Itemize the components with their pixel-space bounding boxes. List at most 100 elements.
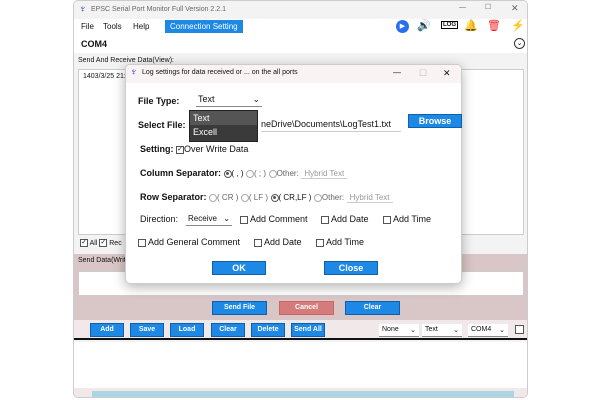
minimize-button[interactable]: —	[459, 4, 466, 11]
row-crlf-radio[interactable]	[270, 193, 279, 202]
dialog-maximize-button: ☐	[419, 68, 428, 78]
connection-setting-button[interactable]: Connection Setting	[165, 20, 243, 33]
log-settings-dialog: ♆ Log settings for data received or ... …	[125, 64, 462, 284]
app-icon: ♆	[79, 4, 87, 15]
close-button[interactable]: ✕	[511, 3, 519, 14]
col-semicolon-label: ( ; )	[254, 169, 267, 178]
menu-bar: File Tools Help Connection Setting ▶ 🔊 L…	[74, 19, 527, 36]
row-separator-label: Row Separator:	[140, 192, 207, 202]
add-general-comment-checkbox[interactable]	[138, 238, 146, 247]
col-comma-radio[interactable]	[223, 169, 232, 178]
direction-value: Receive	[188, 214, 217, 223]
option-excell[interactable]: Excell	[190, 125, 257, 139]
save-button[interactable]: Save	[130, 323, 164, 337]
option-text[interactable]: Text	[190, 111, 257, 125]
delete-button[interactable]: Delete	[251, 323, 285, 337]
all-label: All	[89, 239, 98, 247]
rec-label: Rec	[109, 239, 122, 247]
menu-file[interactable]: File	[81, 22, 94, 31]
row-other-radio[interactable]	[313, 193, 322, 202]
add-time-label: Add Time	[393, 214, 432, 224]
add-time2-checkbox[interactable]	[316, 238, 324, 247]
direction-select[interactable]: Receive ⌄	[186, 212, 232, 226]
setting-label: Setting:	[140, 144, 174, 154]
file-type-value: Text	[198, 94, 215, 104]
browse-button[interactable]: Browse	[408, 114, 462, 128]
port-select-value: COM4	[471, 326, 492, 333]
row-cr-radio[interactable]	[209, 193, 218, 202]
add-date2-label: Add Date	[264, 237, 302, 247]
add-general-comment-label: Add General Comment	[148, 237, 241, 247]
file-type-dropdown: Text Excell	[189, 110, 258, 142]
log-icon[interactable]: LOG	[441, 21, 458, 29]
add-button[interactable]: Add	[90, 323, 124, 337]
row-cr-label: ( CR )	[217, 193, 239, 202]
menu-help[interactable]: Help	[133, 22, 149, 31]
clear-button[interactable]: Clear	[211, 323, 245, 337]
format-select-value: Text	[425, 326, 438, 333]
clear-send-button[interactable]: Clear	[345, 301, 400, 315]
log-line: 1403/3/25 21:2	[83, 73, 130, 80]
column-separator-label: Column Separator:	[140, 168, 222, 178]
file-path-input[interactable]: neDrive\Documents\LogTest1.txt	[261, 119, 401, 132]
col-other-radio[interactable]	[268, 169, 277, 178]
send-file-button[interactable]: Send File	[212, 301, 267, 315]
row-lf-radio[interactable]	[240, 193, 249, 202]
overwrite-checkbox[interactable]: ✓	[176, 145, 185, 154]
file-type-label: File Type:	[138, 96, 180, 106]
direction-label: Direction:	[140, 214, 179, 224]
add-date-checkbox[interactable]	[321, 215, 329, 224]
alarm-icon[interactable]: 🔔	[464, 19, 478, 32]
dialog-title: Log settings for data received or ... on…	[142, 69, 298, 76]
view-label: Send And Receive Data(View):	[78, 57, 174, 64]
add-time-checkbox[interactable]	[383, 215, 391, 224]
dialog-close-button[interactable]: ✕	[443, 68, 451, 79]
send-all-button[interactable]: Send All	[291, 323, 325, 337]
row-hybrid-input[interactable]: Hybrid Text	[346, 193, 393, 203]
row-crlf-label: ( CR,LF )	[278, 193, 312, 202]
option-checkbox[interactable]	[515, 325, 524, 334]
row-other-label: Other:	[321, 193, 345, 202]
app-icon: ♆	[130, 67, 138, 78]
window-title: EPSC Serial Port Monitor Full Version 2.…	[91, 6, 227, 13]
play-icon[interactable]: ▶	[396, 20, 409, 33]
title-bar: ♆ EPSC Serial Port Monitor Full Version …	[74, 1, 527, 19]
file-type-select[interactable]: Text ⌄	[196, 93, 262, 107]
plug-icon[interactable]: ⚡	[511, 19, 525, 32]
dialog-title-bar: ♆ Log settings for data received or ... …	[126, 65, 461, 83]
menu-tools[interactable]: Tools	[103, 22, 122, 31]
none-select[interactable]: None ⌄	[379, 324, 419, 337]
col-semicolon-radio[interactable]	[246, 169, 255, 178]
add-date-label: Add Date	[331, 214, 369, 224]
speaker-icon[interactable]: 🔊	[417, 19, 431, 32]
send-label: Send Data(Write	[78, 257, 130, 264]
add-date2-checkbox[interactable]	[254, 238, 262, 247]
scroll-area	[74, 388, 527, 397]
rec-checkbox[interactable]: ✓	[99, 239, 108, 247]
port-label: COM4	[81, 39, 108, 49]
port-select[interactable]: COM4 ⌄	[468, 324, 508, 337]
add-time2-label: Add Time	[326, 237, 365, 247]
overwrite-label: Over Write Data	[184, 144, 249, 154]
horizontal-scrollbar[interactable]	[92, 391, 514, 397]
all-checkbox[interactable]: ✓	[80, 239, 88, 247]
port-bar: COM4 ⌄	[74, 36, 527, 53]
add-comment-checkbox[interactable]	[240, 215, 248, 224]
cancel-button[interactable]: Cancel	[279, 301, 334, 315]
chevron-down-icon[interactable]: ⌄	[514, 38, 525, 49]
add-comment-label: Add Comment	[250, 214, 308, 224]
select-file-label: Select File:	[138, 120, 186, 130]
trash-icon[interactable]: 🗑	[487, 19, 501, 32]
col-other-label: Other:	[276, 169, 299, 178]
command-list[interactable]	[74, 342, 527, 388]
maximize-button[interactable]: ☐	[485, 3, 491, 11]
col-hybrid-input[interactable]: Hybrid Text	[301, 169, 348, 179]
col-comma-label: ( , )	[231, 169, 244, 178]
load-button[interactable]: Load	[170, 323, 204, 337]
format-select[interactable]: Text ⌄	[422, 324, 462, 337]
close-dialog-button[interactable]: Close	[324, 261, 378, 275]
none-select-value: None	[382, 326, 399, 333]
dialog-minimize-button[interactable]: —	[393, 68, 401, 77]
filter-row: ✓ All ✓ Rec	[80, 239, 122, 247]
ok-button[interactable]: OK	[212, 261, 266, 275]
